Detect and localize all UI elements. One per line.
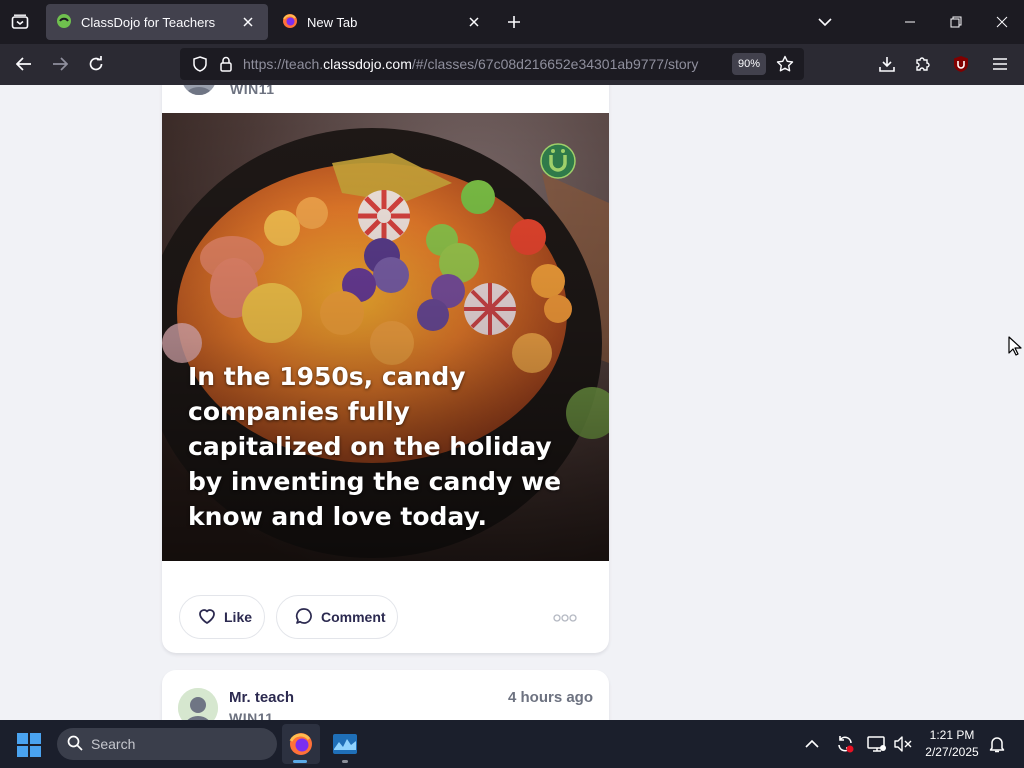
taskbar-firefox-icon[interactable]: [282, 724, 320, 764]
download-icon[interactable]: [872, 48, 902, 80]
chevron-up-icon[interactable]: [800, 732, 824, 756]
mouse-pointer-icon: [1008, 336, 1022, 356]
zoom-level-badge[interactable]: 90%: [732, 53, 766, 75]
minimize-window-icon[interactable]: [890, 6, 930, 38]
comment-label: Comment: [321, 609, 386, 625]
extensions-puzzle-icon[interactable]: [908, 48, 938, 80]
active-app-indicator: [293, 760, 307, 763]
heart-icon: [198, 608, 216, 627]
sync-status-icon[interactable]: [833, 732, 857, 756]
running-app-indicator: [342, 760, 348, 763]
post-class-name: WIN11: [230, 85, 275, 97]
notification-bell-icon[interactable]: [985, 732, 1009, 756]
tab-title: ClassDojo for Teachers: [81, 14, 216, 30]
forward-arrow-icon[interactable]: [44, 48, 76, 80]
tab-new-tab[interactable]: New Tab: [272, 4, 494, 40]
search-placeholder: Search: [91, 736, 136, 752]
chevron-down-icon[interactable]: [808, 6, 842, 38]
close-window-icon[interactable]: [982, 6, 1022, 38]
url-prefix: https://teach.: [243, 56, 324, 72]
ublock-origin-icon[interactable]: [946, 48, 976, 80]
new-tab-plus-icon[interactable]: [498, 6, 530, 38]
lock-icon[interactable]: [214, 52, 238, 76]
address-bar[interactable]: https://teach.classdojo.com/#/classes/67…: [180, 48, 804, 80]
back-arrow-icon[interactable]: [8, 48, 40, 80]
bookmark-star-icon[interactable]: [772, 52, 798, 76]
taskbar-search-input[interactable]: Search: [57, 728, 277, 760]
tab-title: New Tab: [307, 14, 358, 30]
hamburger-menu-icon[interactable]: [984, 48, 1016, 80]
story-post-card: Mr. teach 4 hours ago WIN11: [162, 670, 609, 720]
like-label: Like: [224, 609, 253, 625]
url-path: /#/classes/67c08d216652e34301ab9777/stor…: [411, 56, 699, 72]
story-post-card: WIN11 In the 1950s, candy companies full…: [162, 85, 609, 653]
url-domain: classdojo.com: [323, 56, 412, 72]
browser-tab-bar: ClassDojo for Teachers New Tab: [0, 0, 1024, 44]
more-options-icon[interactable]: [550, 611, 580, 623]
list-all-tabs-icon[interactable]: [4, 6, 36, 38]
avatar[interactable]: [182, 85, 216, 95]
windows-start-icon[interactable]: [16, 732, 48, 757]
windows-taskbar: Search 1:21 PM 2/27/2025: [0, 720, 1024, 768]
story-feed[interactable]: WIN11 In the 1950s, candy companies full…: [0, 85, 1024, 720]
classdojo-logo-icon: [540, 143, 576, 179]
restore-window-icon[interactable]: [936, 6, 976, 38]
comment-button[interactable]: Comment: [276, 595, 398, 639]
comment-bubble-icon: [295, 607, 313, 628]
post-timestamp: 4 hours ago: [507, 689, 593, 706]
post-author-name[interactable]: Mr. teach: [229, 689, 294, 706]
classdojo-favicon-icon: [56, 13, 72, 32]
reload-icon[interactable]: [80, 48, 112, 80]
close-tab-icon[interactable]: [464, 12, 484, 32]
system-clock[interactable]: 1:21 PM 2/27/2025: [920, 727, 984, 761]
display-icon[interactable]: [865, 732, 889, 756]
search-icon: [67, 735, 83, 754]
post-class-name: WIN11: [229, 710, 274, 720]
tab-classdojo[interactable]: ClassDojo for Teachers: [46, 4, 268, 40]
like-button[interactable]: Like: [179, 595, 265, 639]
tracking-protection-shield-icon[interactable]: [188, 52, 212, 76]
clock-time: 1:21 PM: [929, 728, 975, 742]
volume-muted-icon[interactable]: [891, 732, 915, 756]
close-tab-icon[interactable]: [238, 12, 258, 32]
taskbar-app-icon[interactable]: [326, 724, 364, 764]
firefox-favicon-icon: [282, 13, 298, 32]
url-text[interactable]: https://teach.classdojo.com/#/classes/67…: [243, 56, 698, 72]
browser-nav-bar: https://teach.classdojo.com/#/classes/67…: [0, 44, 1024, 106]
avatar[interactable]: [178, 688, 218, 720]
clock-date: 2/27/2025: [925, 745, 979, 759]
post-video-image[interactable]: In the 1950s, candy companies fully capi…: [162, 113, 609, 561]
video-caption-text: In the 1950s, candy companies fully capi…: [188, 362, 562, 531]
